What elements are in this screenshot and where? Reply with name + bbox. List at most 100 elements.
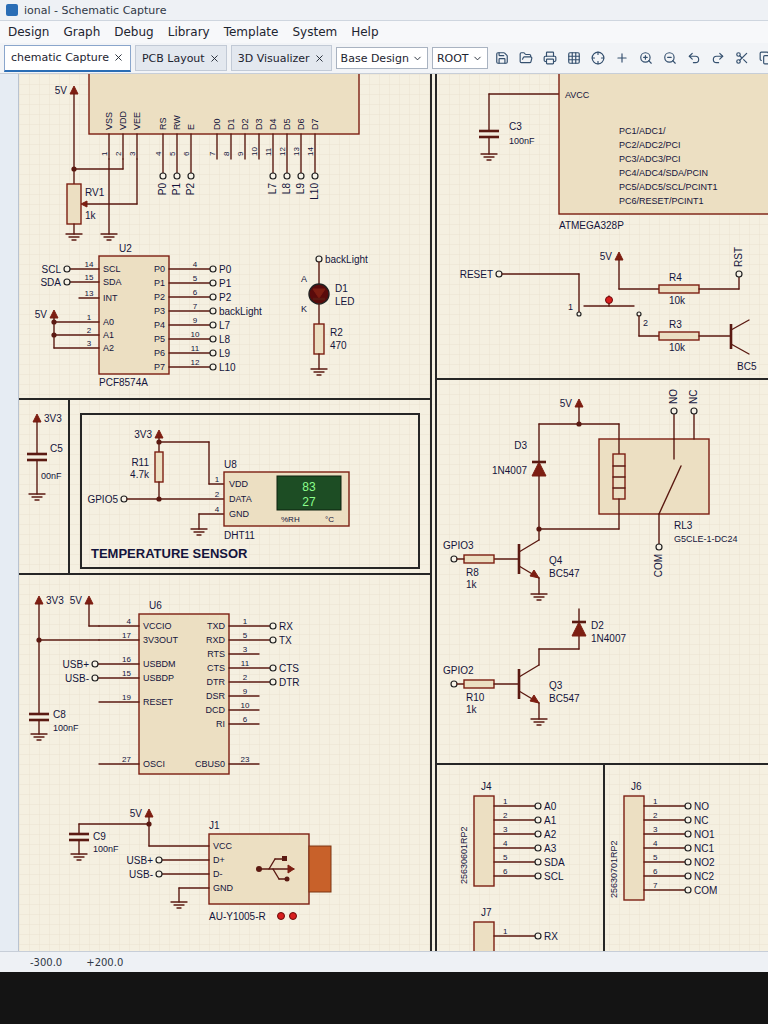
net-terminal[interactable]: USB- [65, 673, 98, 684]
ground-icon[interactable] [101, 234, 117, 240]
wire[interactable] [108, 159, 109, 234]
toolbar-button[interactable] [516, 48, 536, 68]
net-terminal[interactable]: NC [685, 815, 708, 826]
net-terminal[interactable]: SCL [42, 264, 70, 275]
diode[interactable] [572, 622, 586, 636]
wire[interactable] [78, 840, 79, 854]
wire[interactable] [99, 701, 139, 702]
ground-icon[interactable] [531, 719, 547, 725]
wire[interactable] [539, 648, 579, 649]
ground-icon[interactable] [66, 234, 82, 240]
document-tab[interactable]: PCB Layout [135, 45, 227, 71]
wire[interactable] [39, 639, 99, 640]
header-j6[interactable]: J625630701RP21NO2NC3NO14NC15NO26NC27COM [609, 781, 717, 900]
capacitor[interactable] [27, 454, 47, 460]
net-terminal[interactable]: backLight [210, 306, 262, 317]
wire[interactable] [494, 819, 535, 820]
wire[interactable] [122, 159, 123, 169]
net-terminal[interactable]: COM [685, 885, 717, 896]
wire[interactable] [208, 442, 209, 484]
menu-item[interactable]: Debug [114, 23, 153, 41]
temperature-sensor[interactable]: TEMPERATURE SENSOR3V3R114.7kGPIO5U8DHT11… [87, 429, 349, 561]
resistor[interactable] [314, 324, 324, 354]
menu-item[interactable]: Graph [63, 23, 100, 41]
menu-item[interactable]: System [292, 23, 337, 41]
wire[interactable] [98, 663, 139, 664]
reset-button[interactable] [577, 296, 641, 316]
ground-icon[interactable] [191, 529, 207, 535]
net-terminal[interactable]: DTR [270, 677, 300, 688]
net-terminal[interactable]: P0 [157, 173, 168, 195]
wire[interactable] [502, 273, 579, 274]
usb-connector[interactable]: 5VC9100nFJ1AU-Y1005-RVCCD+USB+D-USB-GND [69, 808, 331, 922]
wire[interactable] [488, 137, 489, 154]
wire[interactable] [229, 681, 270, 682]
wire[interactable] [38, 604, 39, 714]
net-terminal[interactable]: L9 [295, 173, 306, 194]
wire[interactable] [457, 558, 464, 559]
wire[interactable] [644, 875, 685, 876]
toolbar-button[interactable] [612, 48, 632, 68]
wire[interactable] [99, 625, 139, 626]
wire[interactable] [619, 288, 659, 289]
transistor[interactable] [519, 540, 539, 578]
net-terminal[interactable]: GPIO5 [87, 494, 127, 505]
ground-icon[interactable] [71, 854, 87, 860]
toolbar-button[interactable] [636, 48, 656, 68]
wire[interactable] [494, 833, 535, 834]
net-terminal[interactable]: COM [653, 544, 664, 577]
capacitor[interactable] [69, 834, 89, 840]
wire[interactable] [578, 636, 579, 649]
header-j4[interactable]: J425630601RP21A02A13A24A35SDA6SCL [459, 781, 565, 886]
diode[interactable] [532, 462, 546, 476]
menu-item[interactable]: Library [168, 23, 210, 41]
wire[interactable] [79, 823, 149, 824]
toolbar-button[interactable] [492, 48, 512, 68]
wire[interactable] [538, 529, 539, 540]
wire[interactable] [169, 324, 210, 325]
toolbar-button[interactable] [708, 48, 728, 68]
wire[interactable] [169, 296, 210, 297]
net-terminal[interactable]: L8 [210, 334, 231, 345]
wire[interactable] [318, 262, 319, 284]
wire[interactable] [169, 352, 210, 353]
variant-select[interactable]: Base Design [336, 47, 428, 69]
wire[interactable] [87, 203, 137, 204]
net-terminal[interactable]: L9 [210, 348, 231, 359]
schematic-canvas[interactable]: VSS1VDD2VEE3RS4P0RW5P1E6P2D07D18D29D310D… [19, 74, 768, 951]
wire[interactable] [169, 310, 210, 311]
wire[interactable] [644, 819, 685, 820]
net-terminal[interactable]: P1 [210, 278, 232, 289]
document-tab[interactable]: 3D Visualizer [231, 45, 332, 71]
wire[interactable] [538, 703, 539, 719]
transistor[interactable] [519, 665, 539, 703]
wire[interactable] [36, 460, 37, 494]
net-terminal[interactable]: NO [668, 389, 679, 414]
net-terminal[interactable]: SCL [535, 871, 564, 882]
close-icon[interactable] [314, 53, 325, 64]
wire[interactable] [148, 817, 149, 846]
probe-dot[interactable] [290, 913, 297, 920]
wire[interactable] [36, 422, 37, 454]
wire[interactable] [494, 935, 535, 936]
second-driver[interactable]: GPIO2R101kD21N4007Q3BC547 [443, 609, 626, 725]
wire[interactable] [169, 338, 210, 339]
backlight-led[interactable]: backLightAKD1LEDR2470 [301, 254, 368, 376]
wire[interactable] [162, 859, 209, 860]
wire[interactable] [494, 861, 535, 862]
wire[interactable] [494, 875, 535, 876]
net-terminal[interactable]: L7 [267, 173, 278, 194]
wire[interactable] [198, 514, 199, 529]
wire[interactable] [538, 649, 539, 665]
net-terminal[interactable]: USB- [129, 869, 162, 880]
wire[interactable] [488, 94, 489, 131]
microcontroller[interactable]: C3100nFAVCCPC1/ADC1/PC2/ADC2/PCIPC3/ADC3… [479, 74, 768, 231]
net-terminal[interactable]: NC1 [685, 843, 714, 854]
wire[interactable] [78, 824, 79, 834]
wire[interactable] [638, 316, 639, 336]
relay-driver[interactable]: 5VD31N4007NONCCOMRL3G5CLE-1-DC24Q4BC547R… [443, 389, 738, 600]
wire[interactable] [127, 498, 224, 499]
wire[interactable] [538, 578, 539, 594]
toolbar-button[interactable] [684, 48, 704, 68]
wire[interactable] [639, 335, 659, 336]
